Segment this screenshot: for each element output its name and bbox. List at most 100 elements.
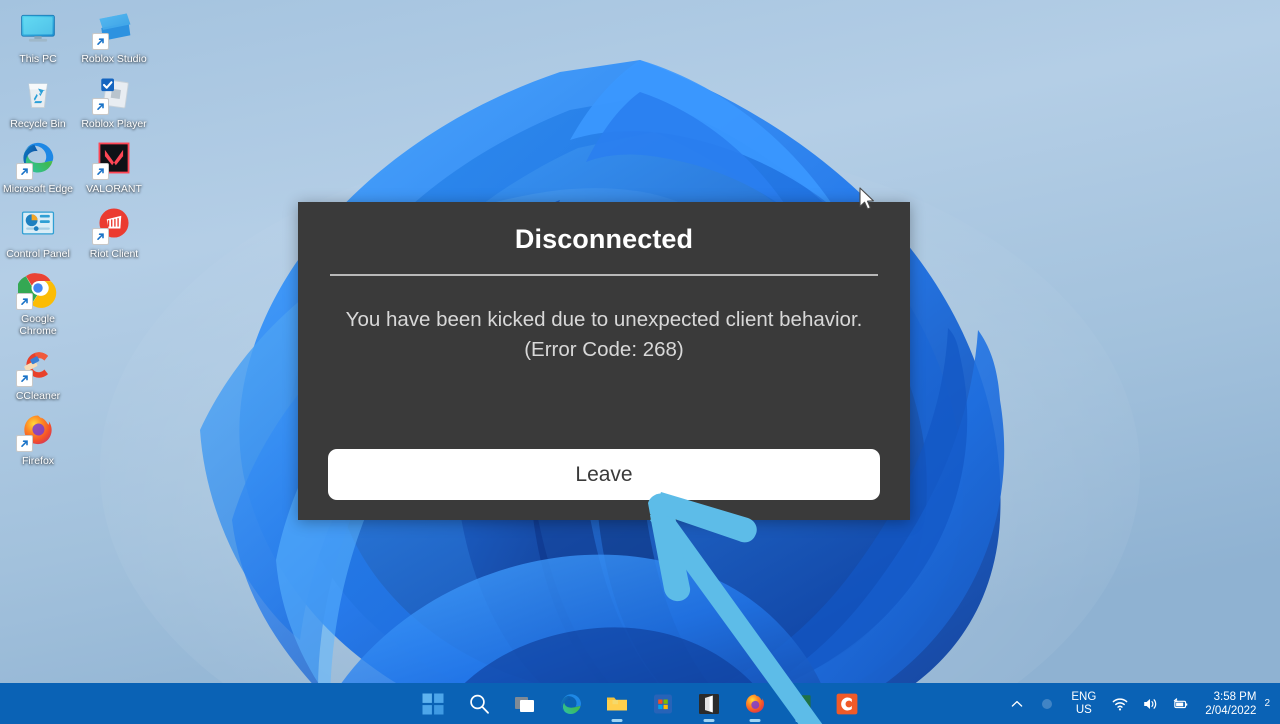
disconnected-dialog: Disconnected You have been kicked due to… (298, 202, 910, 520)
dialog-message-line-2: (Error Code: 268) (524, 338, 684, 361)
show-hidden-icons-button[interactable] (1002, 683, 1032, 724)
camtasia-button[interactable] (825, 684, 869, 724)
desktop-icon-empty-slot (76, 402, 152, 467)
tb-active-underline (611, 718, 623, 722)
office-button[interactable] (687, 684, 731, 724)
tray-time: 3:58 PM (1213, 690, 1257, 703)
empty-slot-icon (92, 343, 136, 387)
icon-row: Microsoft Edge VALORANT (0, 130, 160, 195)
desktop-icon-firefox[interactable]: Firefox (0, 402, 76, 467)
excel-icon (791, 694, 811, 713)
microsoft-edge-icon (16, 136, 60, 180)
dialog-message: You have been kicked due to unexpected c… (336, 305, 872, 365)
icon-row: Firefox (0, 402, 160, 467)
desktop-icon-roblox-studio[interactable]: Roblox Studio (76, 0, 152, 65)
shortcut-overlay-icon (92, 33, 109, 50)
hidden-tray-icon[interactable] (1032, 683, 1062, 724)
desktop-icon-label: Control Panel (6, 248, 70, 260)
dialog-title: Disconnected (514, 224, 694, 254)
microsoft-edge-icon (561, 693, 581, 714)
speaker-icon (1144, 698, 1157, 709)
search-icon (470, 694, 489, 714)
battery-button[interactable] (1165, 683, 1195, 724)
tb-active-underline (703, 718, 715, 722)
desktop-screen: This PC Roblox Studio Recycle Bin Roblox… (0, 0, 1280, 724)
desktop-icon-roblox-player[interactable]: Roblox Player (76, 65, 152, 130)
microsoft-office-icon (699, 693, 719, 714)
file-explorer-icon (607, 697, 627, 710)
this-pc-icon (16, 6, 60, 50)
task-view-button[interactable] (503, 684, 547, 724)
chevron-up-icon (1012, 700, 1023, 707)
icon-row: This PC Roblox Studio (0, 0, 160, 65)
ccleaner-icon (16, 343, 60, 387)
faded-tray-icon (1042, 698, 1053, 709)
network-button[interactable] (1105, 683, 1135, 724)
tray-date: 2/04/2022 (1205, 704, 1257, 717)
dialog-divider (330, 274, 878, 276)
desktop-icon-this-pc[interactable]: This PC (0, 0, 76, 65)
shortcut-overlay-icon (16, 435, 33, 452)
battery-charging-icon (1174, 697, 1188, 708)
start-button[interactable] (411, 684, 455, 724)
tb-active-underline (795, 718, 807, 722)
icon-row: Google Chrome (0, 260, 160, 337)
windows-logo-icon (422, 693, 444, 714)
empty-slot-icon (92, 266, 136, 310)
task-view-icon (515, 696, 534, 712)
language-primary: ENG (1071, 690, 1097, 703)
desktop-icon-label: Roblox Studio (81, 53, 147, 65)
desktop-icon-ccleaner[interactable]: CCleaner (0, 337, 76, 402)
clock-button[interactable]: 3:58 PM 2/04/2022 (1195, 683, 1262, 724)
riot-client-icon (92, 201, 136, 245)
desktop-icon-label: Firefox (21, 455, 55, 467)
recycle-bin-icon (16, 71, 60, 115)
desktop-icon-google-chrome[interactable]: Google Chrome (0, 260, 76, 337)
firefox-icon (746, 694, 764, 713)
desktop-icon-label: CCleaner (15, 390, 61, 402)
icon-row: Control Panel Riot Client (0, 195, 160, 260)
shortcut-overlay-icon (16, 370, 33, 387)
roblox-studio-icon (92, 6, 136, 50)
desktop-icon-label: This PC (19, 53, 57, 65)
desktop-icon-recycle-bin[interactable]: Recycle Bin (0, 65, 76, 130)
excel-button[interactable] (779, 684, 823, 724)
microsoft-store-icon (654, 694, 672, 713)
roblox-player-icon (92, 71, 136, 115)
desktop-icon-label: Riot Client (89, 248, 139, 260)
edge-button[interactable] (549, 684, 593, 724)
icon-row: Recycle Bin Roblox Player (0, 65, 160, 130)
language-secondary: US (1075, 703, 1092, 716)
volume-button[interactable] (1135, 683, 1165, 724)
shortcut-overlay-icon (92, 228, 109, 245)
desktop-icon-riot-client[interactable]: Riot Client (76, 195, 152, 260)
desktop-icon-label: VALORANT (86, 183, 142, 195)
desktop-icon-valorant[interactable]: VALORANT (76, 130, 152, 195)
desktop-icon-label: Roblox Player (81, 118, 147, 130)
valorant-icon (92, 136, 136, 180)
shortcut-overlay-icon (16, 293, 33, 310)
notification-badge[interactable]: 2 (1262, 698, 1276, 709)
desktop-icon-empty-slot (76, 337, 152, 402)
taskbar: ENG US 3:58 PM 2/04/2022 2 (0, 683, 1280, 724)
leave-button[interactable]: Leave (328, 449, 880, 500)
firefox-button[interactable] (733, 684, 777, 724)
shortcut-overlay-icon (16, 163, 33, 180)
firefox-icon (16, 408, 60, 452)
camtasia-icon (836, 693, 858, 714)
google-chrome-icon (16, 266, 60, 310)
desktop-icon-label: Google Chrome (19, 313, 57, 337)
shortcut-overlay-icon (92, 98, 109, 115)
dialog-message-line-1: You have been kicked due to unexpected c… (345, 308, 863, 331)
desktop-icon-microsoft-edge[interactable]: Microsoft Edge (0, 130, 76, 195)
search-button[interactable] (457, 684, 501, 724)
desktop-icon-control-panel[interactable]: Control Panel (0, 195, 76, 260)
icon-row: CCleaner (0, 337, 160, 402)
control-panel-icon (16, 201, 60, 245)
tb-active-underline (749, 718, 761, 722)
microsoft-store-button[interactable] (641, 684, 685, 724)
language-indicator[interactable]: ENG US (1062, 683, 1105, 724)
desktop-icon-label: Microsoft Edge (2, 183, 74, 195)
empty-slot-icon (92, 408, 136, 452)
file-explorer-button[interactable] (595, 684, 639, 724)
